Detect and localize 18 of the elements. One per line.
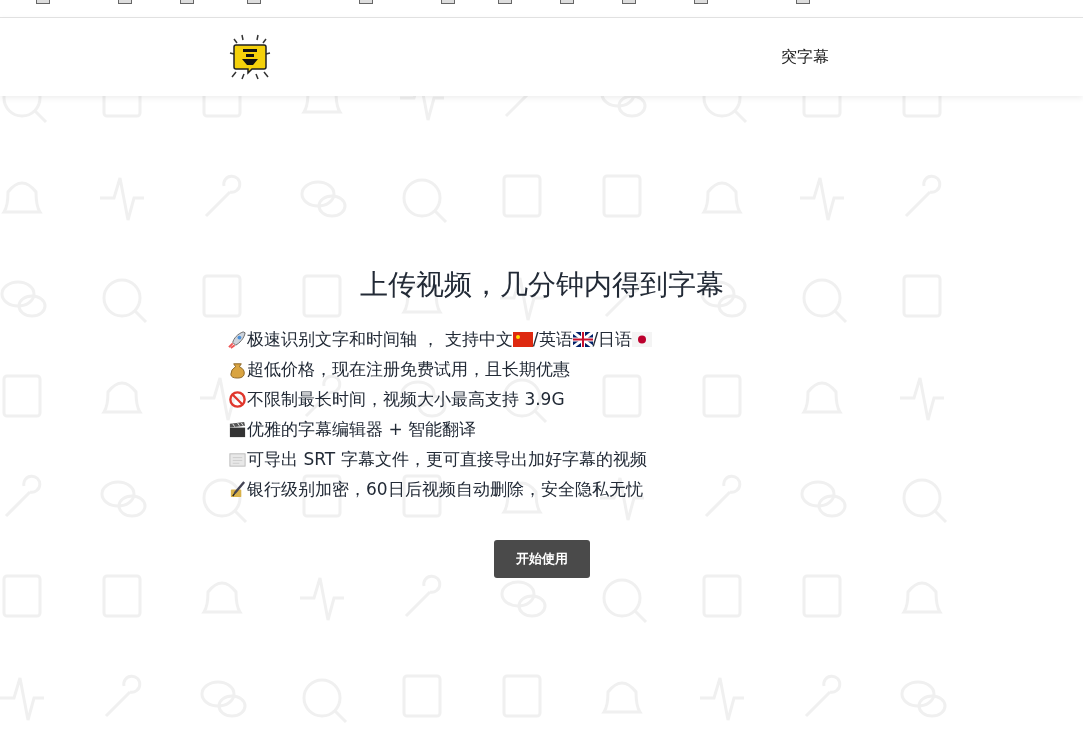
- prohibited-icon: [228, 389, 247, 409]
- feature-text: 银行级别加密，60日后视频自动删除，安全隐私无忧: [247, 477, 643, 501]
- nav-link[interactable]: 突字幕: [781, 46, 829, 68]
- lock-icon: [228, 479, 247, 499]
- feature-text: 超低价格，现在注册免费试用，且长期优惠: [247, 357, 570, 381]
- rocket-icon: [228, 329, 247, 349]
- feature-text: 可导出 SRT 字幕文件，更可直接导出加好字幕的视频: [247, 447, 647, 471]
- feature-text: /日语: [592, 327, 633, 351]
- feature-text: 极速识别文字和时间轴 ， 支持中文: [247, 327, 513, 351]
- feature-text: /英语: [532, 327, 573, 351]
- hero-title: 上传视频，几分钟内得到字幕: [359, 267, 724, 303]
- clapper-icon: [228, 419, 247, 439]
- start-button[interactable]: 开始使用: [493, 540, 590, 578]
- flag-icon: [572, 331, 593, 347]
- flag-icon: [632, 331, 653, 347]
- flag-icon: [512, 331, 533, 347]
- feature-text: 优雅的字幕编辑器 + 智能翻译: [247, 417, 477, 441]
- feature-text: 不限制最长时间，视频大小最高支持 3.9G: [247, 387, 565, 411]
